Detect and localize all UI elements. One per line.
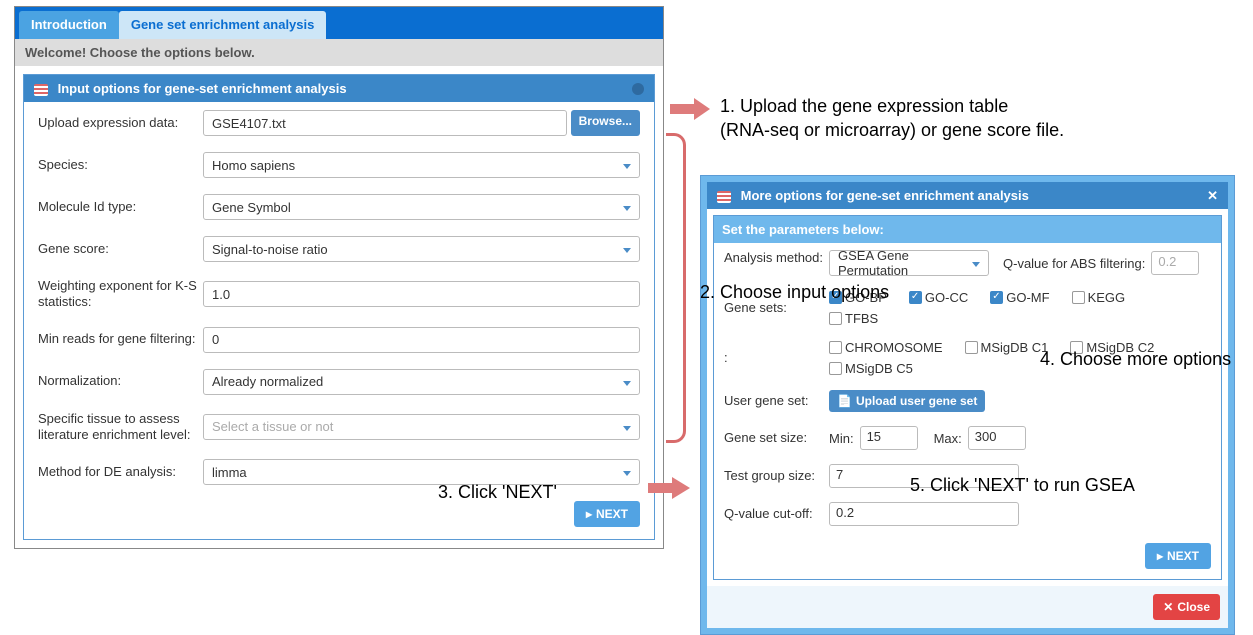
minreads-label: Min reads for gene filtering: bbox=[38, 331, 203, 347]
inner-title: Set the parameters below: bbox=[722, 222, 884, 237]
score-label: Gene score: bbox=[38, 241, 203, 257]
minreads-input[interactable]: 0 bbox=[203, 327, 640, 353]
checkbox-label: GO-MF bbox=[1006, 290, 1049, 305]
max-label: Max: bbox=[934, 431, 962, 446]
max-input[interactable]: 300 bbox=[968, 426, 1026, 450]
arrow-icon bbox=[648, 477, 690, 499]
tissue-label: Specific tissue to assess literature enr… bbox=[38, 411, 203, 444]
browse-button[interactable]: Browse... bbox=[571, 110, 640, 136]
weight-label: Weighting exponent for K-S statistics: bbox=[38, 278, 203, 311]
upload-user-geneset-button[interactable]: 📄Upload user gene set bbox=[829, 390, 985, 412]
annotation-1: 1. Upload the gene expression table (RNA… bbox=[720, 94, 1064, 143]
checkbox-label: GO-CC bbox=[925, 290, 968, 305]
close-x-icon[interactable]: ✕ bbox=[1207, 188, 1218, 204]
bracket-decoration bbox=[666, 133, 686, 443]
molid-label: Molecule Id type: bbox=[38, 199, 203, 215]
analysis-select[interactable]: GSEA Gene Permutation bbox=[829, 250, 989, 276]
checkbox-icon bbox=[1072, 291, 1085, 304]
norm-select[interactable]: Already normalized bbox=[203, 369, 640, 395]
annotation-5: 5. Click 'NEXT' to run GSEA bbox=[910, 473, 1135, 497]
checkbox-icon bbox=[990, 291, 1003, 304]
upload-input[interactable]: GSE4107.txt bbox=[203, 110, 567, 136]
minimize-icon[interactable] bbox=[632, 83, 644, 95]
geneset-checkbox-msigdb-c1[interactable]: MSigDB C1 bbox=[965, 340, 1049, 355]
next-button-left[interactable]: ▸NEXT bbox=[574, 501, 640, 527]
checkbox-label: MSigDB C5 bbox=[845, 361, 913, 376]
tabbar: Introduction Gene set enrichment analysi… bbox=[15, 7, 663, 39]
norm-label: Normalization: bbox=[38, 373, 203, 389]
qfilter-label: Q-value for ABS filtering: bbox=[1003, 256, 1145, 271]
geneset-size-label: Gene set size: bbox=[724, 430, 829, 446]
input-box-header: Input options for gene-set enrichment an… bbox=[24, 75, 654, 102]
weight-input[interactable]: 1.0 bbox=[203, 281, 640, 307]
species-select[interactable]: Homo sapiens bbox=[203, 152, 640, 178]
testgroup-label: Test group size: bbox=[724, 468, 829, 484]
checkbox-label: MSigDB C1 bbox=[981, 340, 1049, 355]
de-method-label: Method for DE analysis: bbox=[38, 464, 203, 480]
input-box-title: Input options for gene-set enrichment an… bbox=[58, 81, 347, 96]
tissue-select[interactable]: Select a tissue or not bbox=[203, 414, 640, 440]
next-button-right[interactable]: ▸NEXT bbox=[1145, 543, 1211, 569]
qfilter-input[interactable]: 0.2 bbox=[1151, 251, 1199, 275]
annotation-4: 4. Choose more options bbox=[1040, 347, 1231, 371]
annotation-3: 3. Click 'NEXT' bbox=[438, 480, 557, 504]
species-label: Species: bbox=[38, 157, 203, 173]
checkbox-icon bbox=[829, 312, 842, 325]
min-input[interactable]: 15 bbox=[860, 426, 918, 450]
arrow-icon bbox=[670, 98, 710, 120]
chevron-right-icon: ▸ bbox=[1157, 549, 1163, 563]
chevron-right-icon: ▸ bbox=[586, 507, 592, 521]
panel-icon bbox=[717, 191, 731, 203]
close-button[interactable]: ✕Close bbox=[1153, 594, 1220, 620]
analysis-label: Analysis method: bbox=[724, 250, 829, 266]
de-method-select[interactable]: limma bbox=[203, 459, 640, 485]
panel-icon bbox=[34, 84, 48, 96]
input-options-panel: Introduction Gene set enrichment analysi… bbox=[14, 6, 664, 549]
min-label: Min: bbox=[829, 431, 854, 446]
checkbox-label: TFBS bbox=[845, 311, 878, 326]
close-icon: ✕ bbox=[1163, 600, 1173, 614]
upload-label: Upload expression data: bbox=[38, 115, 203, 131]
geneset-checkbox-msigdb-c5[interactable]: MSigDB C5 bbox=[829, 361, 913, 376]
geneset-checkbox-tfbs[interactable]: TFBS bbox=[829, 311, 878, 326]
inner-header: Set the parameters below: bbox=[714, 216, 1221, 243]
score-select[interactable]: Signal-to-noise ratio bbox=[203, 236, 640, 262]
qcut-input[interactable]: 0.2 bbox=[829, 502, 1019, 526]
tab-gsea[interactable]: Gene set enrichment analysis bbox=[119, 11, 327, 39]
more-options-title: More options for gene-set enrichment ana… bbox=[741, 188, 1029, 203]
checkbox-label: CHROMOSOME bbox=[845, 340, 943, 355]
checkbox-icon bbox=[829, 362, 842, 375]
checkbox-icon bbox=[909, 291, 922, 304]
user-geneset-label: User gene set: bbox=[724, 393, 829, 409]
annotation-2: 2. Choose input options bbox=[700, 280, 889, 304]
upload-icon: 📄 bbox=[837, 394, 852, 408]
geneset-checkbox-go-mf[interactable]: GO-MF bbox=[990, 290, 1049, 305]
checkbox-icon bbox=[965, 341, 978, 354]
checkbox-label: KEGG bbox=[1088, 290, 1126, 305]
geneset-checkbox-kegg[interactable]: KEGG bbox=[1072, 290, 1126, 305]
welcome-text: Welcome! Choose the options below. bbox=[15, 39, 663, 66]
qcut-label: Q-value cut-off: bbox=[724, 506, 829, 522]
checkbox-icon bbox=[829, 341, 842, 354]
geneset-checkbox-go-cc[interactable]: GO-CC bbox=[909, 290, 968, 305]
more-options-panel: More options for gene-set enrichment ana… bbox=[700, 175, 1235, 635]
more-options-header: More options for gene-set enrichment ana… bbox=[707, 182, 1228, 209]
genesets-label2: : bbox=[724, 350, 829, 366]
molid-select[interactable]: Gene Symbol bbox=[203, 194, 640, 220]
geneset-checkbox-chromosome[interactable]: CHROMOSOME bbox=[829, 340, 943, 355]
tab-introduction[interactable]: Introduction bbox=[19, 11, 119, 39]
